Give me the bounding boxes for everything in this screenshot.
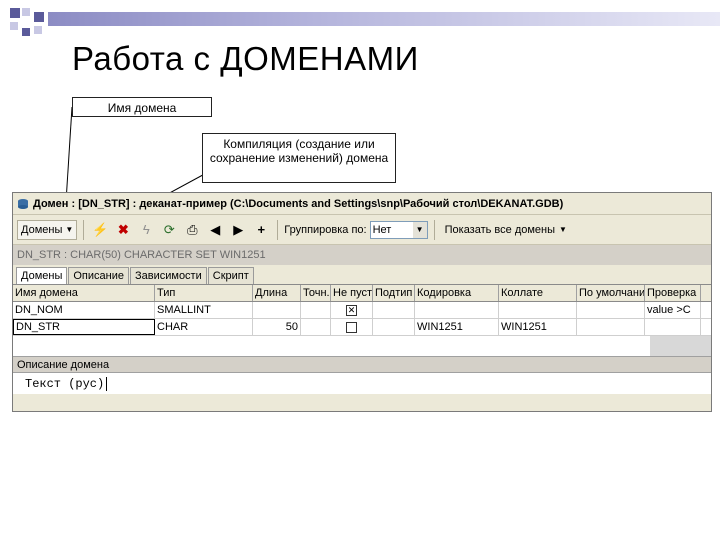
deco-bar [48, 12, 720, 26]
description-header: Описание домена [13, 356, 711, 372]
column-header[interactable]: Проверка [645, 285, 701, 301]
deco-square [22, 8, 30, 16]
tab-script[interactable]: Скрипт [207, 267, 254, 284]
grid-empty-area [13, 336, 711, 356]
column-header[interactable]: Кодировка [415, 285, 499, 301]
toolbar: Домены ▼ ⚡ ✖ ϟ ⟳ ⎙ ◀ ▶ + Группировка по:… [13, 215, 711, 245]
tab-bar: Домены Описание Зависимости Скрипт [13, 265, 711, 285]
compile-icon: ⚡ [92, 221, 109, 237]
not-null-checkbox[interactable]: ✕ [346, 304, 357, 316]
domains-dropdown-label: Домены [21, 223, 63, 236]
show-all-domains-button[interactable]: Показать все домены ▼ [441, 220, 571, 240]
cell-subtype [373, 319, 415, 335]
domain-info-strip: DN_STR : CHAR(50) CHARACTER SET WIN1251 [13, 245, 711, 265]
cell-not-null [331, 319, 373, 335]
compile-button[interactable]: ⚡ [90, 220, 110, 240]
cell-type: SMALLINT [155, 302, 253, 318]
domain-editor-window: Домен : [DN_STR] : деканат-пример (C:\Do… [12, 192, 712, 412]
tab-domains[interactable]: Домены [16, 267, 68, 284]
delete-icon: ✖ [117, 221, 129, 237]
cell-charset: WIN1251 [415, 319, 499, 335]
column-header[interactable]: По умолчанию [577, 285, 645, 301]
database-icon [17, 198, 29, 210]
cell-charset [415, 302, 499, 318]
tab-dependencies[interactable]: Зависимости [129, 267, 207, 284]
deco-square [10, 8, 20, 18]
grouping-label: Группировка по: [284, 223, 367, 236]
chevron-down-icon: ▼ [412, 221, 427, 238]
cell-precision [301, 302, 331, 318]
domains-grid: Имя домена Тип Длина Точн. Не пусто Подт… [13, 285, 711, 356]
cell-type: CHAR [155, 319, 253, 335]
tab-description[interactable]: Описание [68, 267, 129, 284]
chevron-down-icon: ▼ [559, 225, 567, 234]
plus-icon: + [257, 222, 266, 237]
column-header[interactable]: Имя домена [13, 285, 155, 301]
window-titlebar[interactable]: Домен : [DN_STR] : деканат-пример (C:\Do… [13, 193, 711, 215]
cell-collate: WIN1251 [499, 319, 577, 335]
cell-length: 50 [253, 319, 301, 335]
column-header[interactable]: Подтип [373, 285, 415, 301]
column-header[interactable]: Точн. [301, 285, 331, 301]
slide: Работа с ДОМЕНАМИ Имя домена Компиляция … [0, 0, 720, 540]
table-row[interactable]: DN_NOM SMALLINT ✕ value >C [13, 302, 711, 319]
column-header[interactable]: Длина [253, 285, 301, 301]
callout-domain-name: Имя домена [72, 97, 212, 117]
grouping-select[interactable]: Нет ▼ [369, 220, 428, 239]
arrow-left-icon: ◀ [210, 221, 221, 237]
cell-check [645, 319, 701, 335]
callout-compile: Компиляция (создание или сохранение изме… [202, 133, 396, 183]
cell-collate [499, 302, 577, 318]
cell-name: DN_NOM [13, 302, 155, 318]
description-text: Текст (рус) [25, 376, 105, 391]
deco-square [10, 22, 18, 30]
toolbar-separator [277, 219, 279, 240]
toolbar-separator [433, 219, 435, 240]
deco-square [22, 28, 30, 36]
connector-line [65, 106, 73, 203]
grid-header-row: Имя домена Тип Длина Точн. Не пусто Подт… [13, 285, 711, 302]
toolbar-separator [83, 219, 85, 240]
lightning-icon: ϟ [142, 222, 150, 237]
text-cursor [106, 376, 108, 391]
cell-default [577, 302, 645, 318]
print-button[interactable]: ⎙ [182, 220, 202, 240]
domains-dropdown[interactable]: Домены ▼ [17, 219, 78, 240]
not-null-checkbox[interactable] [346, 321, 357, 333]
column-header[interactable]: Тип [155, 285, 253, 301]
deco-square [34, 26, 42, 34]
cell-not-null: ✕ [331, 302, 373, 318]
chevron-down-icon: ▼ [65, 225, 74, 234]
delete-button[interactable]: ✖ [113, 220, 133, 240]
slide-title: Работа с ДОМЕНАМИ [72, 40, 419, 77]
slide-decoration [0, 0, 720, 38]
cell-default [577, 319, 645, 335]
column-header[interactable]: Коллате [499, 285, 577, 301]
cell-length [253, 302, 301, 318]
arrow-right-icon: ▶ [233, 221, 244, 237]
grouping-select-value: Нет [372, 223, 392, 236]
table-row[interactable]: DN_STR CHAR 50 WIN1251 WIN1251 [13, 319, 711, 336]
description-editor[interactable]: Текст (рус) [13, 372, 711, 394]
deco-square [34, 12, 44, 22]
next-button[interactable]: ▶ [228, 220, 248, 240]
column-header[interactable]: Не пусто [331, 285, 373, 301]
refresh-button[interactable]: ⟳ [159, 220, 179, 240]
add-button[interactable]: + [251, 220, 271, 240]
cell-subtype [373, 302, 415, 318]
first-button[interactable]: ◀ [205, 220, 225, 240]
show-all-label: Показать все домены [444, 223, 556, 236]
cell-precision [301, 319, 331, 335]
cell-name: DN_STR [13, 319, 155, 335]
printer-icon: ⎙ [187, 221, 198, 237]
cell-check: value >C [645, 302, 701, 318]
window-title: Домен : [DN_STR] : деканат-пример (C:\Do… [33, 197, 564, 210]
new-domain-button[interactable]: ϟ [136, 220, 156, 240]
refresh-icon: ⟳ [163, 221, 175, 237]
